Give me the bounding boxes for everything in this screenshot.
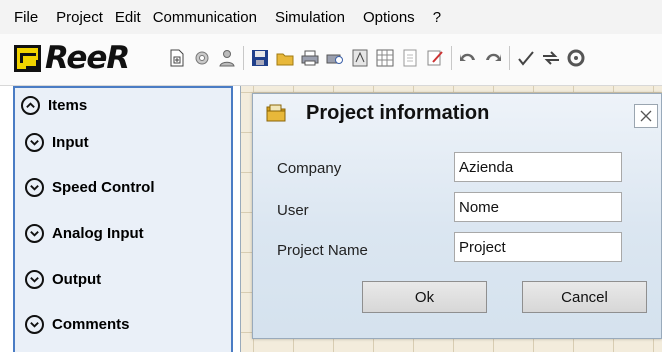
menu-simulation[interactable]: Simulation	[275, 9, 345, 26]
section-output[interactable]: Output	[25, 270, 101, 289]
grid-icon[interactable]	[374, 47, 396, 69]
cancel-button[interactable]: Cancel	[522, 281, 647, 313]
items-header[interactable]: Items	[21, 96, 87, 115]
chevron-down-icon[interactable]	[25, 270, 44, 289]
logo-mark-icon	[14, 44, 41, 72]
user-field[interactable]	[454, 192, 622, 222]
dialog-title: Project information	[306, 102, 490, 124]
chevron-down-icon[interactable]	[25, 133, 44, 152]
chevron-down-icon[interactable]	[25, 315, 44, 334]
section-comments[interactable]: Comments	[25, 315, 130, 334]
close-button[interactable]	[634, 104, 658, 128]
menu-options[interactable]: Options	[363, 9, 415, 26]
items-panel: Items Input Speed Control Analog Input O…	[13, 86, 233, 352]
menu-file[interactable]: File	[14, 9, 38, 26]
company-label: Company	[277, 160, 342, 177]
chevron-down-icon[interactable]	[25, 224, 44, 243]
project-information-dialog: Project information Company User Project…	[252, 93, 662, 339]
section-speed-control[interactable]: Speed Control	[25, 178, 155, 197]
print-preview-icon[interactable]	[324, 47, 346, 69]
edit-icon[interactable]	[424, 47, 446, 69]
toolbar: ReeR	[0, 34, 662, 86]
open-icon[interactable]	[274, 47, 296, 69]
user-icon[interactable]	[216, 47, 238, 69]
transfer-icon[interactable]	[540, 47, 562, 69]
section-label: Speed Control	[52, 179, 155, 196]
menu-project[interactable]: Project	[56, 9, 103, 26]
redo-icon[interactable]	[482, 47, 504, 69]
section-label: Output	[52, 271, 102, 288]
company-field[interactable]	[454, 152, 622, 182]
section-input[interactable]: Input	[25, 133, 89, 152]
ok-button[interactable]: Ok	[362, 281, 487, 313]
logo-text: ReeR	[45, 40, 130, 76]
project-name-field[interactable]	[454, 232, 622, 262]
dialog-title-bar: Project information	[253, 94, 661, 132]
project-name-label: Project Name	[277, 242, 368, 259]
toolbar-separator	[243, 46, 244, 70]
toolbar-separator	[451, 46, 452, 70]
items-header-label: Items	[48, 97, 88, 114]
dialog-body: Company User Project Name Ok Cancel	[253, 132, 661, 338]
toolbar-separator	[509, 46, 510, 70]
report-icon[interactable]	[349, 47, 371, 69]
validate-icon[interactable]	[515, 47, 537, 69]
reer-logo: ReeR	[14, 40, 130, 76]
user-label: User	[277, 202, 309, 219]
chevron-up-icon[interactable]	[21, 96, 40, 115]
page-icon[interactable]	[399, 47, 421, 69]
toolbar-buttons	[166, 46, 590, 70]
section-label: Comments	[52, 316, 130, 333]
close-icon	[640, 110, 652, 122]
project-folder-icon	[266, 104, 286, 122]
menu-edit[interactable]: Edit	[115, 9, 141, 26]
section-label: Analog Input	[52, 225, 144, 242]
section-label: Input	[52, 134, 89, 151]
menu-communication[interactable]: Communication	[153, 9, 257, 26]
connect-icon[interactable]	[565, 47, 587, 69]
print-icon[interactable]	[299, 47, 321, 69]
new-project-icon[interactable]	[166, 47, 188, 69]
menu-bar: File Project Edit Communication Simulati…	[0, 0, 662, 34]
menu-help[interactable]: ?	[433, 9, 441, 26]
save-icon[interactable]	[249, 47, 271, 69]
section-analog-input[interactable]: Analog Input	[25, 224, 144, 243]
undo-icon[interactable]	[457, 47, 479, 69]
chevron-down-icon[interactable]	[25, 178, 44, 197]
configure-icon[interactable]	[191, 47, 213, 69]
